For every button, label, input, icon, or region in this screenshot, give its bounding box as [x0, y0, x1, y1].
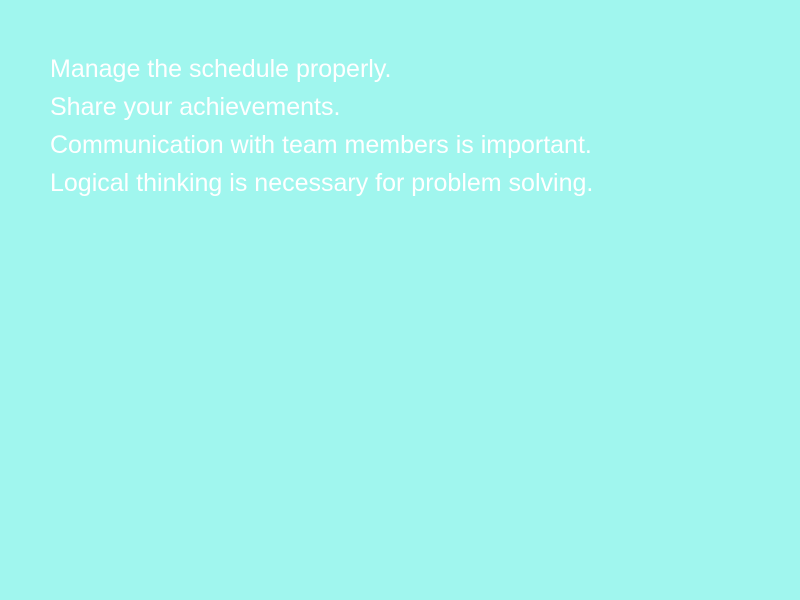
text-line-2: Share your achievements.	[50, 93, 341, 121]
text-block: Manage the schedule properly. Share your…	[50, 50, 750, 202]
text-line-1: Manage the schedule properly.	[50, 55, 392, 83]
text-line-4: Logical thinking is necessary for proble…	[50, 169, 594, 197]
text-line-3: Communication with team members is impor…	[50, 131, 592, 159]
